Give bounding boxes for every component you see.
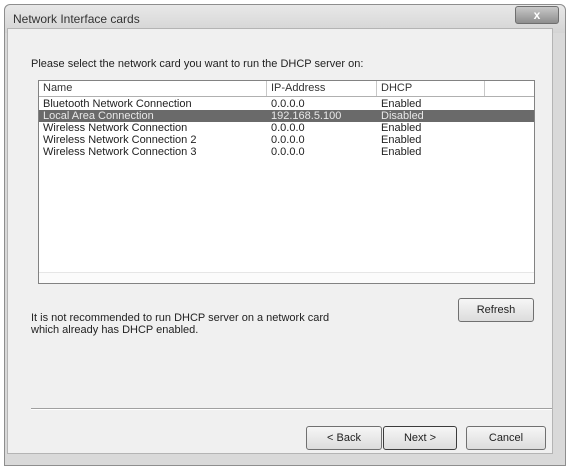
column-header-ip-address[interactable]: IP-Address bbox=[267, 81, 377, 96]
table-row[interactable]: Bluetooth Network Connection 0.0.0.0 Ena… bbox=[39, 98, 534, 110]
row-ip-cell: 0.0.0.0 bbox=[271, 98, 305, 110]
warning-line-2: which already has DHCP enabled. bbox=[31, 324, 199, 336]
row-name-cell: Wireless Network Connection 3 bbox=[43, 146, 197, 158]
row-ip-cell: 192.168.5.100 bbox=[271, 110, 342, 122]
list-header: Name IP-Address DHCP bbox=[39, 81, 534, 97]
row-name-cell: Wireless Network Connection 2 bbox=[43, 134, 197, 146]
row-dhcp-cell: Enabled bbox=[381, 98, 422, 110]
network-card-list[interactable]: Name IP-Address DHCP Bluetooth Network C… bbox=[38, 80, 535, 284]
window-title: Network Interface cards bbox=[13, 12, 140, 26]
column-header-name[interactable]: Name bbox=[39, 81, 267, 96]
row-dhcp-cell: Enabled bbox=[381, 134, 422, 146]
close-icon: x bbox=[533, 8, 541, 22]
table-row[interactable]: Local Area Connection 192.168.5.100 Disa… bbox=[39, 110, 534, 122]
row-dhcp-cell: Enabled bbox=[381, 146, 422, 158]
row-dhcp-cell: Enabled bbox=[381, 122, 422, 134]
table-row[interactable]: Wireless Network Connection 0.0.0.0 Enab… bbox=[39, 122, 534, 134]
dhcp-warning-text: It is not recommended to run DHCP server… bbox=[31, 312, 391, 336]
list-rows: Bluetooth Network Connection 0.0.0.0 Ena… bbox=[39, 98, 534, 158]
table-row[interactable]: Wireless Network Connection 2 0.0.0.0 En… bbox=[39, 134, 534, 146]
row-dhcp-cell: Disabled bbox=[381, 110, 424, 122]
column-header-dhcp[interactable]: DHCP bbox=[377, 81, 485, 96]
warning-line-1: It is not recommended to run DHCP server… bbox=[31, 312, 330, 324]
close-button[interactable]: x bbox=[515, 6, 559, 24]
next-button[interactable]: Next > bbox=[383, 426, 457, 450]
instruction-text: Please select the network card you want … bbox=[31, 58, 364, 70]
row-ip-cell: 0.0.0.0 bbox=[271, 134, 305, 146]
row-name-cell: Bluetooth Network Connection bbox=[43, 98, 192, 110]
row-ip-cell: 0.0.0.0 bbox=[271, 122, 305, 134]
row-name-cell: Wireless Network Connection bbox=[43, 122, 188, 134]
row-ip-cell: 0.0.0.0 bbox=[271, 146, 305, 158]
table-row[interactable]: Wireless Network Connection 3 0.0.0.0 En… bbox=[39, 146, 534, 158]
refresh-button[interactable]: Refresh bbox=[458, 298, 534, 322]
button-divider bbox=[31, 408, 552, 410]
back-button[interactable]: < Back bbox=[306, 426, 382, 450]
horizontal-scrollbar[interactable] bbox=[39, 272, 534, 283]
cancel-button[interactable]: Cancel bbox=[466, 426, 546, 450]
row-name-cell: Local Area Connection bbox=[43, 110, 154, 122]
